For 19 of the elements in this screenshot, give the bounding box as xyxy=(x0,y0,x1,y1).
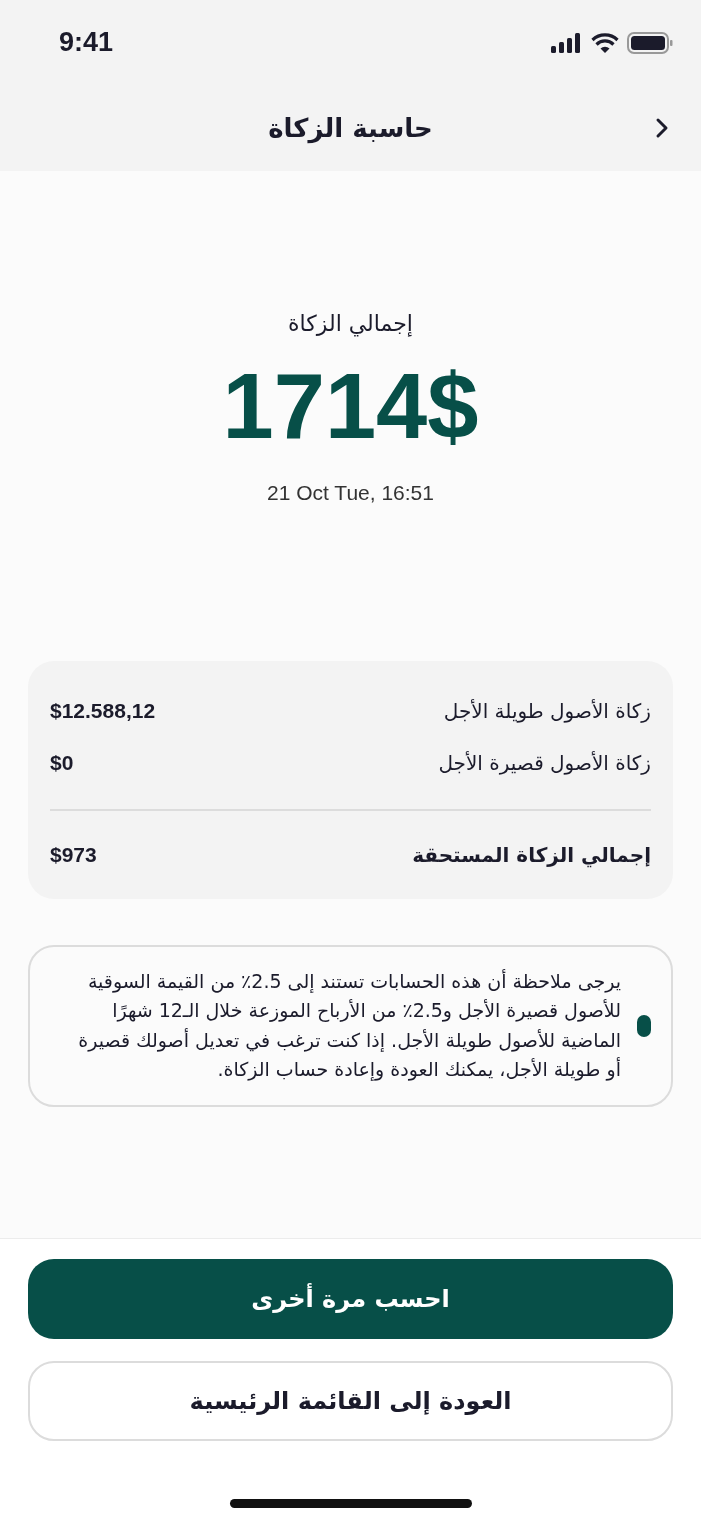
recalculate-button[interactable]: احسب مرة أخرى xyxy=(28,1259,673,1339)
chevron-right-icon xyxy=(655,117,669,139)
row-value: $12.588,12 xyxy=(50,699,156,723)
row-value: $973 xyxy=(50,843,97,867)
total-label: إجمالي الزكاة xyxy=(288,311,413,336)
bullet-icon xyxy=(637,1014,651,1037)
battery-icon xyxy=(627,31,673,54)
total-amount: 1714$ xyxy=(222,356,479,458)
screen-title: حاسبة الزكاة xyxy=(268,113,433,143)
status-time: 9:41 xyxy=(59,27,114,58)
note-text: يرجى ملاحظة أن هذه الحسابات تستند إلى 2.5٪ من القيمة السوقية للأصول قصيرة الأجل و2.5٪ من الأرباح الموزعة خلال الـ12 شهرًا الماضية للأصول طويلة الأجل. إذا كنت ترغب في تعديل أصولك قصيرة أو طويلة الأجل، يمكنك العودة وإعادة حساب الزكاة. xyxy=(77,968,621,1083)
wifi-icon xyxy=(591,32,619,53)
row-label: زكاة الأصول قصيرة الأجل xyxy=(438,751,651,775)
row-value: $0 xyxy=(50,751,74,775)
row-label: إجمالي الزكاة المستحقة xyxy=(412,843,651,867)
home-button[interactable]: العودة إلى القائمة الرئيسية xyxy=(28,1361,673,1441)
date-time: 21 Oct Tue, 16:51 xyxy=(267,481,434,506)
signal-icon xyxy=(551,32,583,53)
row-label: زكاة الأصول طويلة الأجل xyxy=(443,699,651,723)
